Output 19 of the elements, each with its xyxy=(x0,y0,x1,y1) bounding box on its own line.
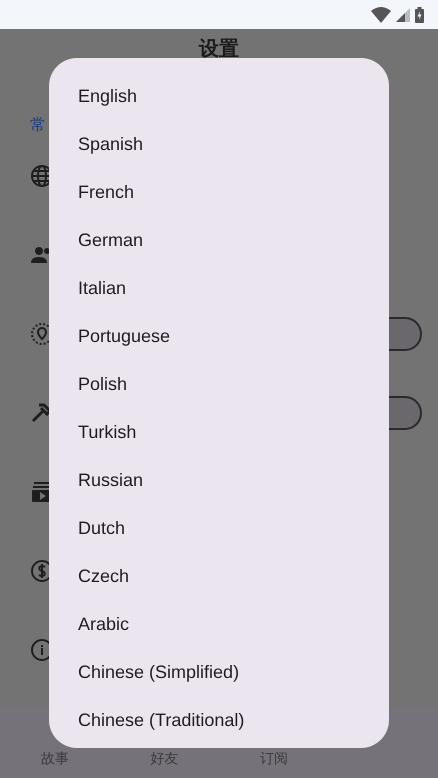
language-option[interactable]: French xyxy=(49,168,389,216)
language-option[interactable]: Spanish xyxy=(49,120,389,168)
language-option[interactable]: Russian xyxy=(49,456,389,504)
language-option[interactable]: German xyxy=(49,216,389,264)
language-option[interactable]: Dutch xyxy=(49,504,389,552)
signal-icon xyxy=(396,8,410,22)
language-option[interactable]: Polish xyxy=(49,360,389,408)
language-option[interactable]: Italian xyxy=(49,264,389,312)
section-header: 常 xyxy=(30,115,46,136)
wifi-icon xyxy=(371,6,391,22)
language-option[interactable]: Turkish xyxy=(49,408,389,456)
language-option[interactable]: Chinese (Traditional) xyxy=(49,696,389,744)
language-option[interactable]: English xyxy=(49,72,389,120)
page-title: 设置 xyxy=(199,34,239,62)
language-option[interactable]: Czech xyxy=(49,552,389,600)
battery-icon xyxy=(415,6,424,22)
language-option[interactable]: Arabic xyxy=(49,600,389,648)
language-option[interactable]: Chinese (Simplified) xyxy=(49,648,389,696)
language-option[interactable]: Portuguese xyxy=(49,312,389,360)
